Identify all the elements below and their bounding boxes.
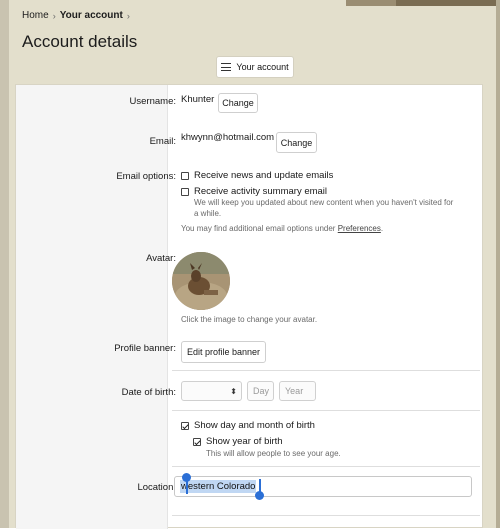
banner-segment bbox=[346, 0, 396, 6]
window-edge-right bbox=[496, 0, 500, 528]
activity-summary-checkbox[interactable] bbox=[181, 188, 189, 196]
avatar-hint: Click the image to change your avatar. bbox=[181, 315, 318, 324]
selection-start-caret bbox=[186, 479, 188, 494]
label-column bbox=[16, 85, 167, 529]
divider bbox=[172, 370, 480, 371]
breadcrumb-current[interactable]: Your account bbox=[60, 10, 123, 21]
news-emails-checkbox[interactable] bbox=[181, 172, 189, 180]
location-label: Location: bbox=[137, 482, 176, 493]
username-label: Username: bbox=[129, 96, 176, 107]
more-options-text: You may find additional email options un… bbox=[181, 224, 336, 233]
window-edge bbox=[0, 0, 9, 528]
breadcrumb-home[interactable]: Home bbox=[22, 10, 49, 21]
activity-summary-hint-cont: a while. bbox=[194, 209, 222, 218]
show-year-checkbox[interactable] bbox=[193, 438, 201, 446]
birth-year-input[interactable]: Year bbox=[279, 381, 316, 401]
avatar-image[interactable] bbox=[172, 252, 230, 310]
profile-banner-label: Profile banner: bbox=[114, 343, 176, 354]
hamburger-icon bbox=[221, 63, 232, 71]
change-email-button[interactable]: Change bbox=[276, 132, 317, 153]
activity-summary-label: Receive activity summary email bbox=[194, 186, 328, 197]
selection-end-handle-icon[interactable] bbox=[255, 491, 264, 500]
news-emails-label: Receive news and update emails bbox=[194, 170, 334, 181]
birth-day-input[interactable]: Day bbox=[247, 381, 274, 401]
avatar-label: Avatar: bbox=[146, 253, 176, 264]
divider bbox=[172, 466, 480, 467]
birth-month-select[interactable]: ⬍ bbox=[181, 381, 242, 401]
account-form-panel bbox=[15, 84, 483, 529]
top-banner-strip bbox=[9, 0, 496, 6]
location-selected-text: western Colorado bbox=[180, 480, 257, 493]
select-caret-icon: ⬍ bbox=[230, 387, 237, 396]
more-options-period: . bbox=[380, 224, 384, 233]
your-account-menu-button[interactable]: Your account bbox=[216, 56, 294, 78]
divider bbox=[172, 515, 480, 516]
show-year-hint: This will allow people to see your age. bbox=[206, 449, 341, 458]
column-divider bbox=[167, 85, 168, 529]
edit-profile-banner-button[interactable]: Edit profile banner bbox=[181, 341, 266, 363]
divider bbox=[172, 410, 480, 411]
breadcrumb-separator-icon: › bbox=[52, 10, 56, 21]
email-options-label: Email options: bbox=[116, 171, 176, 182]
avatar-photo bbox=[172, 252, 230, 310]
show-year-label: Show year of birth bbox=[206, 436, 283, 447]
more-email-options-hint: You may find additional email options un… bbox=[181, 224, 383, 233]
email-value: khwynn@hotmail.com bbox=[181, 132, 275, 143]
dob-label: Date of birth: bbox=[121, 387, 176, 398]
menu-button-label: Your account bbox=[236, 62, 289, 72]
show-day-month-label: Show day and month of birth bbox=[194, 420, 315, 431]
activity-summary-hint: We will keep you updated about new conte… bbox=[194, 198, 454, 207]
breadcrumb: Home › Your account › bbox=[22, 10, 130, 21]
username-value: Khunter bbox=[181, 94, 215, 105]
email-label: Email: bbox=[149, 136, 176, 147]
show-day-month-checkbox[interactable] bbox=[181, 422, 189, 430]
page-title: Account details bbox=[22, 32, 138, 51]
banner-segment-dark bbox=[396, 0, 496, 6]
preferences-link[interactable]: Preferences bbox=[338, 224, 381, 233]
change-username-button[interactable]: Change bbox=[218, 93, 258, 113]
breadcrumb-separator-icon: › bbox=[126, 10, 130, 21]
